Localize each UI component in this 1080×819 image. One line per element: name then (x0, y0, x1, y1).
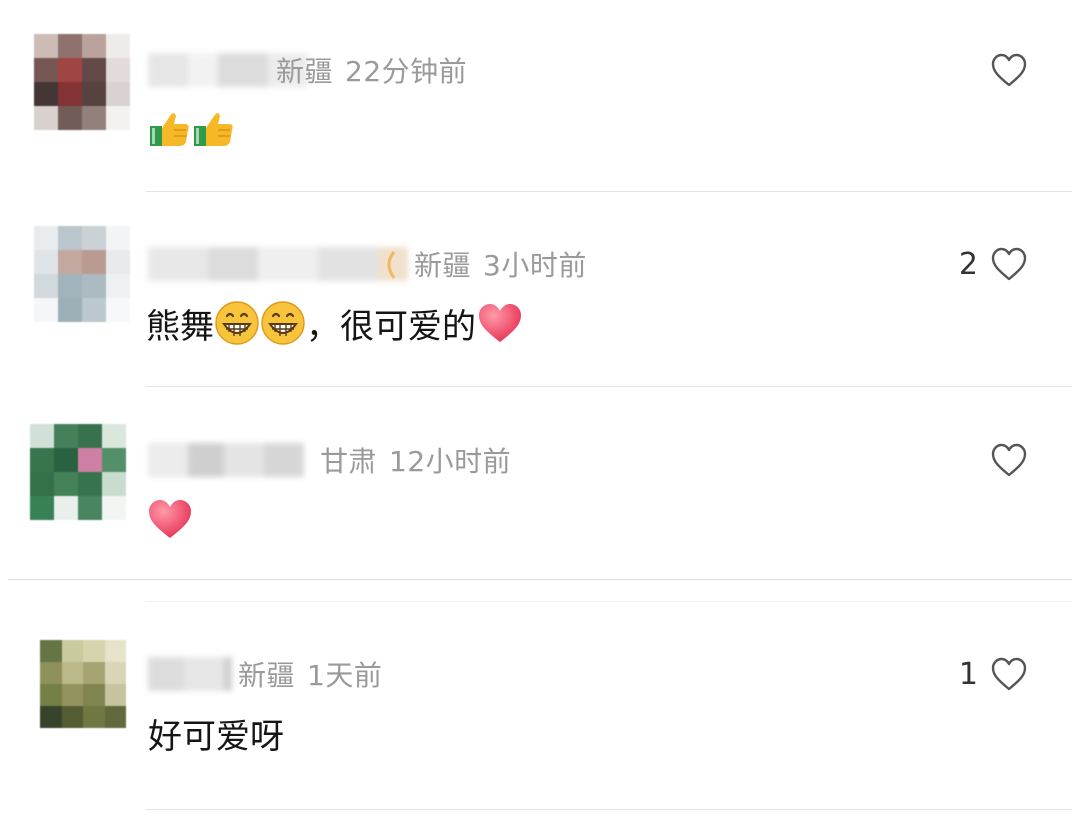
divider (8, 579, 1072, 580)
comment-body: 熊舞 ，很可爱的 (146, 296, 524, 350)
like-button[interactable]: 1 (959, 656, 1028, 692)
comment-item: 新疆 3小时前 熊舞 ，很可爱的 2 (0, 192, 1080, 386)
thumbs-up-icon (150, 113, 189, 146)
comment-meta: 新疆 3小时前 (414, 244, 587, 284)
comment-text: 熊舞 (146, 306, 214, 347)
region-label: 新疆 (276, 55, 334, 88)
region-label: 新疆 (238, 659, 296, 692)
comment-body (148, 104, 236, 152)
username[interactable] (148, 654, 232, 694)
timestamp: 1天前 (307, 659, 383, 692)
comment-body (146, 494, 194, 544)
username[interactable] (148, 440, 304, 480)
thumbs-up-icon (194, 113, 233, 146)
comment-meta: 新疆 1天前 (238, 654, 382, 694)
timestamp: 3小时前 (483, 249, 587, 282)
avatar[interactable] (40, 640, 126, 728)
heart-outline-icon[interactable] (990, 246, 1028, 282)
region-label: 甘肃 (320, 445, 378, 478)
red-heart-icon (479, 304, 521, 342)
comment-meta: 甘肃 12小时前 (320, 440, 511, 480)
divider (146, 809, 1072, 810)
avatar[interactable] (34, 226, 130, 322)
like-button[interactable] (978, 52, 1028, 88)
timestamp: 12小时前 (389, 445, 512, 478)
avatar[interactable] (34, 34, 130, 130)
grinning-face-icon (215, 301, 259, 345)
comment-body: 好可爱呀 (148, 708, 284, 758)
badge-icon (387, 251, 396, 279)
like-button[interactable] (978, 442, 1028, 478)
like-button[interactable]: 2 (959, 246, 1028, 282)
grinning-face-icon (261, 301, 305, 345)
like-count: 1 (958, 656, 978, 692)
comment-text: 好可爱呀 (148, 716, 284, 757)
timestamp: 22分钟前 (345, 55, 468, 88)
avatar[interactable] (30, 424, 126, 520)
comment-item: 新疆 1天前 好可爱呀 1 (0, 600, 1080, 810)
heart-outline-icon[interactable] (990, 52, 1028, 88)
comment-text: ，很可爱的 (306, 306, 476, 347)
red-heart-icon (149, 500, 191, 538)
comment-item: 新疆 22分钟前 (0, 0, 1080, 192)
comment-meta: 新疆 22分钟前 (276, 50, 467, 90)
comment-item: 甘肃 12小时前 (0, 386, 1080, 580)
heart-outline-icon[interactable] (990, 656, 1028, 692)
username[interactable] (148, 244, 408, 284)
heart-outline-icon[interactable] (990, 442, 1028, 478)
region-label: 新疆 (414, 249, 472, 282)
like-count: 2 (958, 246, 978, 282)
